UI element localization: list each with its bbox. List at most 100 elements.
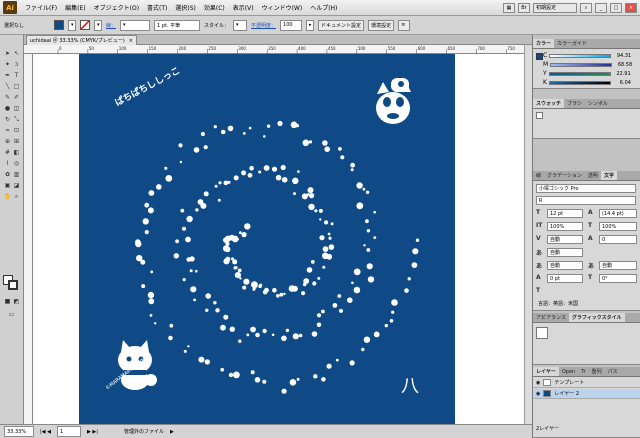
artboard[interactable]: ©MARAMARU•PRIME ぱちぱちししっこ 八 bbox=[79, 54, 455, 424]
language-select[interactable]: 言語：英語：米国 bbox=[536, 299, 636, 308]
fill-swatch[interactable] bbox=[54, 20, 64, 30]
tab-symbols[interactable]: シンボル bbox=[585, 99, 611, 108]
preferences-button[interactable]: 環境設定 bbox=[368, 19, 395, 31]
document-setup-button[interactable]: ドキュメント設定 bbox=[318, 19, 365, 31]
slider-c-value[interactable]: 94.31 bbox=[613, 53, 631, 59]
layer-row-template[interactable]: ◉ テンプレート bbox=[533, 378, 640, 388]
tab-gradient[interactable]: グラデーション bbox=[544, 171, 585, 180]
tab-graphic-styles[interactable]: グラフィックスタイル bbox=[568, 313, 625, 322]
page-nav-next-icon[interactable]: ▶ ▶| bbox=[87, 429, 98, 435]
vertical-scrollbar[interactable] bbox=[524, 45, 532, 424]
stroke-dropdown[interactable]: ▾ bbox=[94, 19, 102, 31]
horizontal-scale-field[interactable]: 100% bbox=[599, 222, 637, 231]
line-tool-icon[interactable]: ╲ bbox=[3, 82, 12, 91]
pencil-tool-icon[interactable]: ✐ bbox=[12, 93, 21, 102]
minimize-icon[interactable]: _ bbox=[595, 2, 607, 13]
tab-color[interactable]: カラー bbox=[533, 39, 555, 48]
gradient-mode-icon[interactable]: ◩ bbox=[12, 297, 21, 306]
vertical-scale-field[interactable]: 100% bbox=[547, 222, 583, 231]
style-dropdown[interactable]: ▾ bbox=[233, 19, 248, 31]
rotation-field[interactable]: 0° bbox=[599, 274, 637, 283]
tab-color-guide[interactable]: カラーガイド bbox=[554, 39, 590, 48]
search-icon[interactable]: ⌕ bbox=[580, 2, 592, 13]
page-nav-prev-icon[interactable]: |◀ ◀ bbox=[40, 429, 51, 435]
opacity-label[interactable]: 不透明度： bbox=[251, 22, 276, 29]
rotate-tool-icon[interactable]: ↻ bbox=[3, 115, 12, 124]
menu-select[interactable]: 選択(S) bbox=[171, 3, 200, 12]
tab-transparency[interactable]: 透明 bbox=[585, 171, 601, 180]
slider-c[interactable]: C 94.31 bbox=[543, 52, 639, 59]
zoom-field[interactable]: 33.33% bbox=[4, 426, 34, 437]
maximize-icon[interactable]: □ bbox=[610, 2, 622, 13]
magic-wand-tool-icon[interactable]: ✦ bbox=[3, 60, 12, 69]
warp-tool-icon[interactable]: ≈ bbox=[3, 126, 12, 135]
perspective-grid-tool-icon[interactable]: ⊞ bbox=[12, 137, 21, 146]
eye-icon[interactable]: ◉ bbox=[536, 380, 540, 386]
opacity-dropdown[interactable]: ▸ bbox=[306, 19, 315, 31]
paintbrush-tool-icon[interactable]: ✎ bbox=[3, 93, 12, 102]
menu-edit[interactable]: 編集(E) bbox=[61, 3, 89, 12]
symbol-sprayer-tool-icon[interactable]: ✿ bbox=[3, 170, 12, 179]
slider-k-value[interactable]: 6.04 bbox=[613, 80, 631, 86]
blob-brush-tool-icon[interactable]: ● bbox=[3, 104, 12, 113]
kerning-field[interactable]: 自動 bbox=[547, 235, 583, 244]
menu-view[interactable]: 表示(V) bbox=[229, 3, 258, 12]
layer-row-layer2[interactable]: ◉ レイヤー 2 bbox=[533, 389, 640, 399]
slider-y-value[interactable]: 22.91 bbox=[613, 71, 630, 77]
lasso-tool-icon[interactable]: ↄ bbox=[12, 60, 21, 69]
type-tool-icon[interactable]: T bbox=[12, 71, 21, 80]
mesh-tool-icon[interactable]: # bbox=[3, 148, 12, 157]
zoom-tool-icon[interactable]: ⌕ bbox=[12, 192, 21, 201]
menu-help[interactable]: ヘルプ(H) bbox=[306, 3, 341, 12]
scale-tool-icon[interactable]: ⤡ bbox=[12, 115, 21, 124]
slider-k[interactable]: K 6.04 bbox=[543, 79, 639, 86]
eraser-tool-icon[interactable]: ◫ bbox=[12, 104, 21, 113]
tab-layers[interactable]: レイヤー bbox=[533, 367, 559, 376]
document-tab[interactable]: uchidaai ＠ 33.33% (CMYK/プレビュー) × bbox=[26, 35, 137, 45]
stroke-indicator[interactable] bbox=[8, 280, 18, 290]
brush-field[interactable]: 1 pt. 平筆 bbox=[154, 19, 201, 31]
menu-object[interactable]: オブジェクト(O) bbox=[90, 3, 143, 12]
swatch-none[interactable] bbox=[536, 112, 543, 119]
workspace-select[interactable]: 初期設定 bbox=[533, 2, 577, 13]
page-field[interactable]: 1 bbox=[56, 426, 81, 437]
fill-dropdown[interactable]: ▾ bbox=[68, 19, 76, 31]
hand-tool-icon[interactable]: ✋ bbox=[3, 192, 12, 201]
baseline-shift-field[interactable]: 0 pt bbox=[547, 274, 583, 283]
tab-character[interactable]: 文字 bbox=[600, 171, 617, 180]
menu-window[interactable]: ウィンドウ(W) bbox=[258, 3, 307, 12]
status-arrow-icon[interactable]: ▶ bbox=[170, 429, 174, 435]
direct-selection-tool-icon[interactable]: ↖ bbox=[12, 49, 21, 58]
blend-tool-icon[interactable]: ◎ bbox=[12, 159, 21, 168]
menu-file[interactable]: ファイル(F) bbox=[21, 3, 61, 12]
menu-type[interactable]: 書式(T) bbox=[143, 3, 171, 12]
aki-right-field[interactable]: 自動 bbox=[599, 261, 637, 270]
leading-field[interactable]: (14.4 pt) bbox=[599, 209, 637, 218]
canvas-area[interactable]: ©MARAMARU•PRIME ぱちぱちししっこ 八 bbox=[33, 54, 532, 424]
font-family-select[interactable]: 小塚ゴシック Pro bbox=[536, 184, 636, 193]
tab-stroke[interactable]: 線 bbox=[533, 171, 544, 180]
tab-brushes[interactable]: ブラシ bbox=[564, 99, 585, 108]
stroke-weight-field[interactable]: ▾ bbox=[120, 19, 151, 31]
slider-y[interactable]: Y 22.91 bbox=[543, 70, 639, 77]
opacity-field[interactable]: 100 bbox=[280, 19, 303, 31]
tab-transform[interactable]: Tr bbox=[578, 367, 588, 376]
free-transform-tool-icon[interactable]: ⊡ bbox=[12, 126, 21, 135]
shape-builder-tool-icon[interactable]: ⊕ bbox=[3, 137, 12, 146]
graphic-style-default[interactable] bbox=[536, 327, 548, 339]
slider-m-value[interactable]: 68.58 bbox=[614, 62, 632, 68]
tab-align[interactable]: 整列 bbox=[589, 367, 605, 376]
slider-m[interactable]: M 68.58 bbox=[543, 61, 639, 68]
tab-appearance[interactable]: アピアランス bbox=[533, 313, 569, 322]
panel-menu-icon[interactable]: ≡ bbox=[398, 19, 411, 31]
gradient-tool-icon[interactable]: ◧ bbox=[12, 148, 21, 157]
color-mode-icon[interactable]: ■ bbox=[3, 297, 12, 306]
close-icon[interactable]: × bbox=[625, 2, 637, 13]
rectangle-tool-icon[interactable]: □ bbox=[12, 82, 21, 91]
tracking-field[interactable]: 0 bbox=[599, 235, 637, 244]
color-fill-swatch[interactable] bbox=[536, 53, 543, 60]
aki-left-field[interactable]: 自動 bbox=[547, 261, 583, 270]
menu-effect[interactable]: 効果(C) bbox=[200, 3, 229, 12]
stroke-label[interactable]: 線： bbox=[106, 22, 116, 29]
window-arrange-icon[interactable]: ▦ bbox=[503, 2, 515, 13]
